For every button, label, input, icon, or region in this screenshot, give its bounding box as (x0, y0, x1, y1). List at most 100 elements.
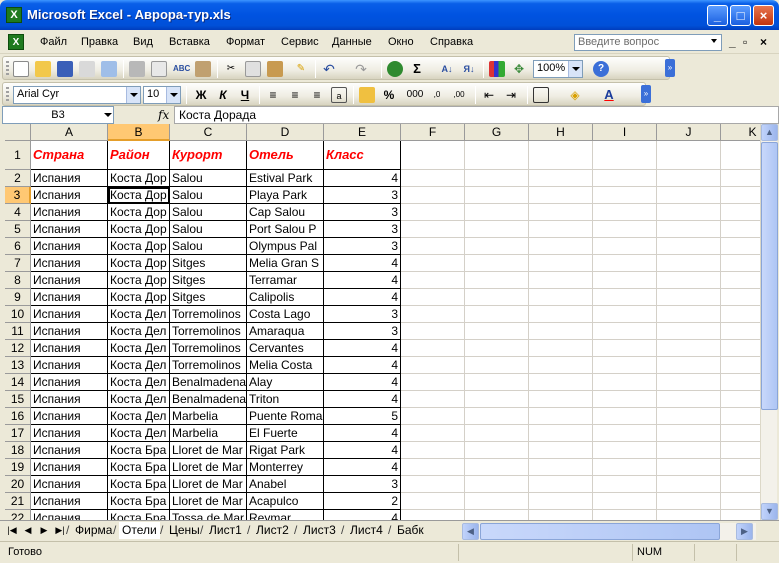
cell[interactable] (657, 408, 721, 425)
percent-button[interactable]: % (381, 87, 397, 103)
cell[interactable] (529, 459, 593, 476)
column-header[interactable]: H (529, 124, 593, 141)
cell[interactable] (529, 408, 593, 425)
doc-minimize-icon[interactable]: _ (729, 35, 736, 49)
table-cell[interactable]: Испания (31, 306, 108, 323)
table-cell[interactable]: Cap Salou (247, 204, 324, 221)
cell[interactable] (593, 493, 657, 510)
table-cell[interactable]: Torremolinos (170, 323, 247, 340)
cell[interactable] (593, 187, 657, 204)
cell[interactable] (721, 408, 760, 425)
hyperlink-icon[interactable] (387, 61, 403, 77)
cell[interactable] (657, 357, 721, 374)
table-cell[interactable]: Коста Дор (108, 289, 170, 306)
table-cell[interactable]: Benalmadena (170, 391, 247, 408)
menu-data[interactable]: Данные (332, 36, 372, 48)
email-icon[interactable] (101, 61, 117, 77)
paste-icon[interactable] (267, 61, 283, 77)
table-cell[interactable]: Коста Дел (108, 408, 170, 425)
copy-icon[interactable] (245, 61, 261, 77)
cell[interactable] (529, 255, 593, 272)
cell[interactable] (465, 204, 529, 221)
table-cell[interactable]: Alay (247, 374, 324, 391)
table-cell[interactable]: Sitges (170, 289, 247, 306)
cell[interactable] (657, 289, 721, 306)
cell[interactable] (721, 374, 760, 391)
toolbar-grip[interactable] (6, 61, 9, 77)
table-cell[interactable]: Olympus Pal (247, 238, 324, 255)
table-cell[interactable]: Cervantes (247, 340, 324, 357)
cell[interactable] (465, 221, 529, 238)
cell[interactable] (401, 374, 465, 391)
cell[interactable] (721, 238, 760, 255)
table-cell[interactable]: Melia Costa (247, 357, 324, 374)
cell[interactable] (593, 141, 657, 170)
column-header[interactable]: G (465, 124, 529, 141)
cell[interactable] (529, 493, 593, 510)
cell[interactable] (529, 306, 593, 323)
cell[interactable] (593, 425, 657, 442)
cell[interactable] (465, 510, 529, 520)
borders-icon[interactable] (533, 87, 549, 103)
table-cell[interactable]: Terramar (247, 272, 324, 289)
cell[interactable] (465, 306, 529, 323)
table-cell[interactable]: Коста Дел (108, 357, 170, 374)
formula-input[interactable]: Коста Дорада (174, 106, 779, 124)
table-cell[interactable]: 3 (324, 187, 401, 204)
align-right-icon[interactable]: ≡ (309, 87, 325, 103)
sheet-tab[interactable]: Бабк (394, 522, 427, 539)
doc-close-icon[interactable]: × (760, 35, 767, 49)
table-cell[interactable]: Torremolinos (170, 306, 247, 323)
cell[interactable] (529, 510, 593, 520)
menu-tools[interactable]: Сервис (281, 36, 319, 48)
table-cell[interactable]: Sitges (170, 272, 247, 289)
cell[interactable] (721, 289, 760, 306)
table-cell[interactable]: Lloret de Mar (170, 459, 247, 476)
table-cell[interactable]: 4 (324, 357, 401, 374)
help-search-input[interactable]: Введите вопрос (574, 34, 722, 51)
scroll-up-icon[interactable]: ▲ (761, 124, 778, 141)
cell[interactable] (657, 204, 721, 221)
table-cell[interactable]: Calipolis (247, 289, 324, 306)
header-cell[interactable]: Район (108, 141, 170, 170)
sheet-tab[interactable]: Лист2 (253, 522, 292, 539)
close-button[interactable]: × (753, 5, 774, 26)
row-header[interactable]: 18 (5, 442, 31, 459)
cell[interactable] (529, 204, 593, 221)
table-cell[interactable]: 4 (324, 442, 401, 459)
cell[interactable] (529, 272, 593, 289)
prev-sheet-icon[interactable]: ◀ (22, 524, 34, 537)
row-header[interactable]: 19 (5, 459, 31, 476)
table-cell[interactable]: Sitges (170, 255, 247, 272)
table-cell[interactable]: Испания (31, 272, 108, 289)
table-cell[interactable]: 4 (324, 255, 401, 272)
row-header[interactable]: 1 (5, 141, 31, 170)
cell[interactable] (529, 221, 593, 238)
cell[interactable] (465, 323, 529, 340)
increase-decimal-icon[interactable]: ,0 (429, 87, 445, 103)
fill-color-icon[interactable]: ◈ (567, 87, 583, 103)
table-cell[interactable]: Tossa de Mar (170, 510, 247, 520)
table-cell[interactable]: Acapulco (247, 493, 324, 510)
cell[interactable] (657, 476, 721, 493)
row-header[interactable]: 8 (5, 272, 31, 289)
drawing-icon[interactable]: ✥ (511, 61, 527, 77)
table-cell[interactable]: Коста Дел (108, 425, 170, 442)
cell[interactable] (465, 442, 529, 459)
cell[interactable] (721, 340, 760, 357)
row-header[interactable]: 3 (5, 187, 31, 204)
scroll-thumb[interactable] (761, 142, 778, 410)
table-cell[interactable]: 3 (324, 323, 401, 340)
cell[interactable] (529, 170, 593, 187)
table-cell[interactable]: Испания (31, 357, 108, 374)
row-header[interactable]: 10 (5, 306, 31, 323)
menu-window[interactable]: Окно (388, 36, 414, 48)
cell[interactable] (401, 340, 465, 357)
table-cell[interactable]: 3 (324, 476, 401, 493)
table-cell[interactable]: Коста Дел (108, 374, 170, 391)
cell[interactable] (593, 391, 657, 408)
workbook-icon[interactable]: X (8, 34, 24, 50)
underline-button[interactable]: Ч (237, 87, 253, 103)
cell[interactable] (593, 476, 657, 493)
cell[interactable] (593, 272, 657, 289)
